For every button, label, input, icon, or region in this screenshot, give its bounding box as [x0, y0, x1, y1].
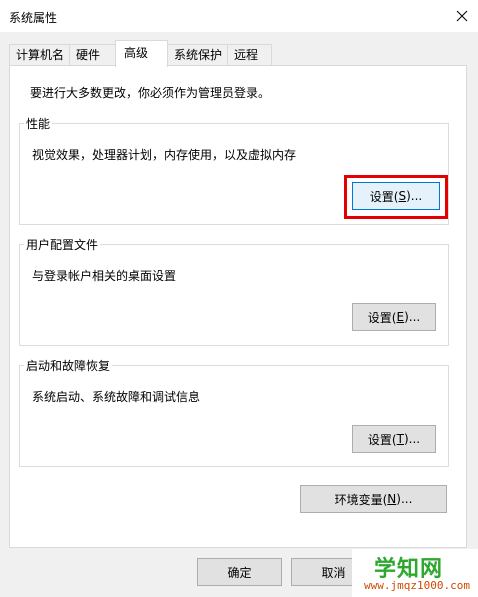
close-button[interactable] — [446, 0, 478, 32]
window-title: 系统属性 — [9, 11, 58, 25]
admin-note: 要进行大多数更改，你必须作为管理员登录。 — [30, 86, 271, 100]
user-profiles-description: 与登录帐户相关的桌面设置 — [32, 269, 177, 283]
performance-settings-button[interactable]: 设置(S)... — [352, 182, 440, 210]
performance-description: 视觉效果，处理器计划，内存使用，以及虚拟内存 — [32, 148, 297, 162]
title-bar: 系统属性 — [0, 0, 478, 32]
tab-system-protection[interactable]: 系统保护 — [167, 44, 228, 65]
performance-title: 性能 — [26, 117, 51, 131]
user-profiles-settings-button[interactable]: 设置(E)... — [352, 303, 436, 331]
environment-variables-button[interactable]: 环境变量(N)... — [300, 485, 447, 513]
startup-recovery-description: 系统启动、系统故障和调试信息 — [32, 390, 201, 404]
user-profiles-title: 用户配置文件 — [26, 238, 99, 252]
ok-button[interactable]: 确定 — [197, 558, 282, 586]
startup-recovery-settings-button[interactable]: 设置(T)... — [352, 425, 436, 453]
watermark: 学知网 www.jmqz1000.com — [352, 549, 478, 597]
close-icon — [456, 10, 468, 22]
startup-recovery-title: 启动和故障恢复 — [26, 359, 111, 373]
tab-hardware[interactable]: 硬件 — [69, 44, 116, 65]
watermark-url: www.jmqz1000.com — [364, 579, 470, 592]
tab-computer-name[interactable]: 计算机名 — [9, 44, 70, 65]
tab-panel-advanced: 要进行大多数更改，你必须作为管理员登录。 性能 视觉效果，处理器计划，内存使用，… — [9, 65, 467, 548]
tab-remote[interactable]: 远程 — [227, 44, 272, 65]
tab-advanced[interactable]: 高级 — [115, 40, 168, 67]
